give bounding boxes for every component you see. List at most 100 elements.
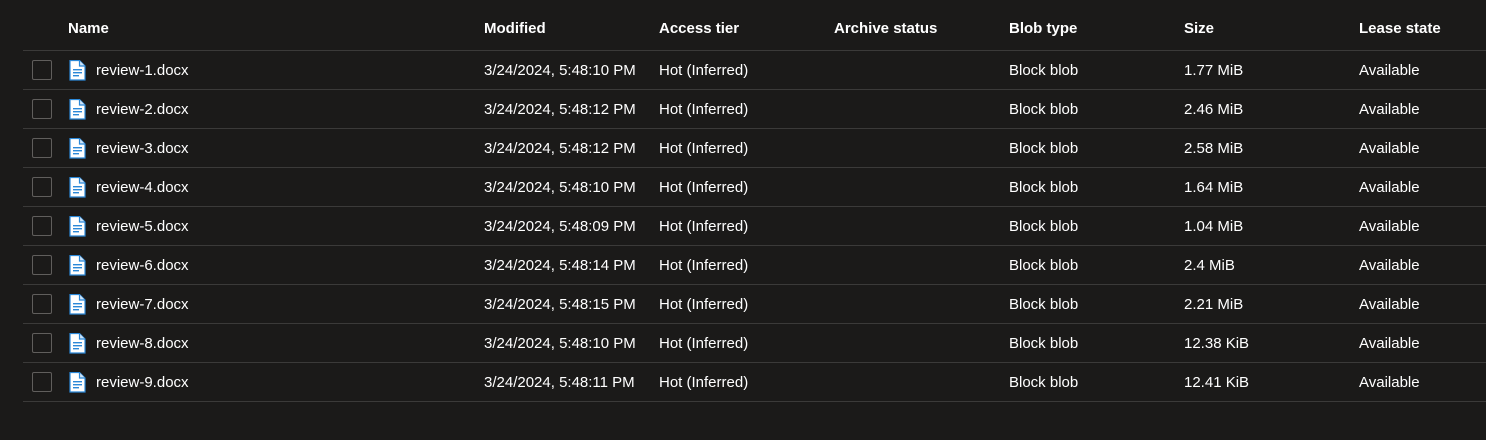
blob-name-link[interactable]: review-5.docx bbox=[96, 218, 189, 235]
lease-state-cell: Available bbox=[1359, 295, 1420, 313]
column-header-blob-type[interactable]: Blob type bbox=[1009, 10, 1179, 50]
row-select-cell bbox=[32, 90, 56, 128]
docx-file-icon bbox=[68, 293, 86, 315]
modified-cell: 3/24/2024, 5:48:10 PM bbox=[484, 334, 636, 352]
lease-state-cell: Available bbox=[1359, 139, 1420, 157]
size-cell: 2.58 MiB bbox=[1184, 139, 1244, 157]
blob-name-cell: review-8.docx bbox=[68, 324, 468, 362]
blob-name-link[interactable]: review-6.docx bbox=[96, 257, 189, 274]
modified-cell: 3/24/2024, 5:48:12 PM bbox=[484, 139, 636, 157]
column-header-name[interactable]: Name bbox=[68, 10, 468, 50]
lease-state-cell: Available bbox=[1359, 373, 1420, 391]
modified-cell: 3/24/2024, 5:48:10 PM bbox=[484, 61, 636, 79]
docx-file-icon bbox=[68, 137, 86, 159]
blob-type-cell: Block blob bbox=[1009, 373, 1079, 391]
archive-status-cell bbox=[834, 168, 1004, 206]
table-row[interactable]: review-1.docx 3/24/2024, 5:48:10 PM Hot … bbox=[23, 51, 1486, 90]
column-header-size[interactable]: Size bbox=[1184, 10, 1354, 50]
row-select-checkbox[interactable] bbox=[32, 372, 52, 392]
blob-type-cell: Block blob bbox=[1009, 100, 1079, 118]
docx-file-icon bbox=[68, 59, 86, 81]
lease-state-cell: Available bbox=[1359, 100, 1420, 118]
size-cell: 2.46 MiB bbox=[1184, 100, 1244, 118]
table-row[interactable]: review-5.docx 3/24/2024, 5:48:09 PM Hot … bbox=[23, 207, 1486, 246]
blob-name-cell: review-3.docx bbox=[68, 129, 468, 167]
docx-file-icon bbox=[68, 215, 86, 237]
row-select-checkbox[interactable] bbox=[32, 333, 52, 353]
archive-status-cell bbox=[834, 324, 1004, 362]
row-select-checkbox[interactable] bbox=[32, 138, 52, 158]
table-row[interactable]: review-4.docx 3/24/2024, 5:48:10 PM Hot … bbox=[23, 168, 1486, 207]
blob-type-cell: Block blob bbox=[1009, 256, 1079, 274]
row-select-checkbox[interactable] bbox=[32, 216, 52, 236]
modified-cell: 3/24/2024, 5:48:11 PM bbox=[484, 373, 635, 391]
modified-cell: 3/24/2024, 5:48:15 PM bbox=[484, 295, 636, 313]
blob-name-cell: review-4.docx bbox=[68, 168, 468, 206]
blob-name-link[interactable]: review-7.docx bbox=[96, 296, 189, 313]
docx-file-icon bbox=[68, 176, 86, 198]
blob-type-cell: Block blob bbox=[1009, 334, 1079, 352]
blob-type-cell: Block blob bbox=[1009, 139, 1079, 157]
blob-name-link[interactable]: review-4.docx bbox=[96, 179, 189, 196]
size-cell: 12.41 KiB bbox=[1184, 373, 1250, 391]
size-cell: 2.4 MiB bbox=[1184, 256, 1235, 274]
access-tier-cell: Hot (Inferred) bbox=[659, 334, 749, 352]
access-tier-cell: Hot (Inferred) bbox=[659, 100, 749, 118]
blob-name-cell: review-1.docx bbox=[68, 51, 468, 89]
modified-cell: 3/24/2024, 5:48:12 PM bbox=[484, 100, 636, 118]
grid-header-row: Name Modified Access tier Archive status… bbox=[23, 10, 1486, 51]
blob-name-link[interactable]: review-1.docx bbox=[96, 62, 189, 79]
lease-state-cell: Available bbox=[1359, 61, 1420, 79]
archive-status-cell bbox=[834, 285, 1004, 323]
archive-status-cell bbox=[834, 90, 1004, 128]
access-tier-cell: Hot (Inferred) bbox=[659, 217, 749, 235]
blob-type-cell: Block blob bbox=[1009, 217, 1079, 235]
access-tier-cell: Hot (Inferred) bbox=[659, 373, 749, 391]
column-header-access-tier[interactable]: Access tier bbox=[659, 10, 829, 50]
table-row[interactable]: review-3.docx 3/24/2024, 5:48:12 PM Hot … bbox=[23, 129, 1486, 168]
size-cell: 1.64 MiB bbox=[1184, 178, 1244, 196]
archive-status-cell bbox=[834, 363, 1004, 401]
grid-body: review-1.docx 3/24/2024, 5:48:10 PM Hot … bbox=[23, 51, 1486, 402]
row-select-cell bbox=[32, 51, 56, 89]
blob-name-link[interactable]: review-2.docx bbox=[96, 101, 189, 118]
table-row[interactable]: review-9.docx 3/24/2024, 5:48:11 PM Hot … bbox=[23, 363, 1486, 402]
access-tier-cell: Hot (Inferred) bbox=[659, 256, 749, 274]
column-header-modified[interactable]: Modified bbox=[484, 10, 654, 50]
row-select-checkbox[interactable] bbox=[32, 255, 52, 275]
table-row[interactable]: review-8.docx 3/24/2024, 5:48:10 PM Hot … bbox=[23, 324, 1486, 363]
blob-name-cell: review-6.docx bbox=[68, 246, 468, 284]
row-select-checkbox[interactable] bbox=[32, 60, 52, 80]
size-cell: 1.04 MiB bbox=[1184, 217, 1244, 235]
table-row[interactable]: review-6.docx 3/24/2024, 5:48:14 PM Hot … bbox=[23, 246, 1486, 285]
row-select-cell bbox=[32, 324, 56, 362]
lease-state-cell: Available bbox=[1359, 217, 1420, 235]
column-header-lease-state[interactable]: Lease state bbox=[1359, 10, 1486, 50]
row-select-cell bbox=[32, 363, 56, 401]
archive-status-cell bbox=[834, 129, 1004, 167]
modified-cell: 3/24/2024, 5:48:09 PM bbox=[484, 217, 636, 235]
archive-status-cell bbox=[834, 51, 1004, 89]
row-select-cell bbox=[32, 246, 56, 284]
table-row[interactable]: review-2.docx 3/24/2024, 5:48:12 PM Hot … bbox=[23, 90, 1486, 129]
archive-status-cell bbox=[834, 207, 1004, 245]
docx-file-icon bbox=[68, 98, 86, 120]
archive-status-cell bbox=[834, 246, 1004, 284]
blob-name-cell: review-7.docx bbox=[68, 285, 468, 323]
blob-type-cell: Block blob bbox=[1009, 295, 1079, 313]
blob-type-cell: Block blob bbox=[1009, 178, 1079, 196]
column-header-archive-status[interactable]: Archive status bbox=[834, 10, 1004, 50]
row-select-checkbox[interactable] bbox=[32, 177, 52, 197]
size-cell: 2.21 MiB bbox=[1184, 295, 1244, 313]
access-tier-cell: Hot (Inferred) bbox=[659, 139, 749, 157]
blob-name-link[interactable]: review-3.docx bbox=[96, 140, 189, 157]
lease-state-cell: Available bbox=[1359, 334, 1420, 352]
access-tier-cell: Hot (Inferred) bbox=[659, 61, 749, 79]
blob-name-link[interactable]: review-8.docx bbox=[96, 335, 189, 352]
row-select-checkbox[interactable] bbox=[32, 99, 52, 119]
blob-type-cell: Block blob bbox=[1009, 61, 1079, 79]
blob-name-link[interactable]: review-9.docx bbox=[96, 374, 189, 391]
row-select-checkbox[interactable] bbox=[32, 294, 52, 314]
table-row[interactable]: review-7.docx 3/24/2024, 5:48:15 PM Hot … bbox=[23, 285, 1486, 324]
access-tier-cell: Hot (Inferred) bbox=[659, 178, 749, 196]
